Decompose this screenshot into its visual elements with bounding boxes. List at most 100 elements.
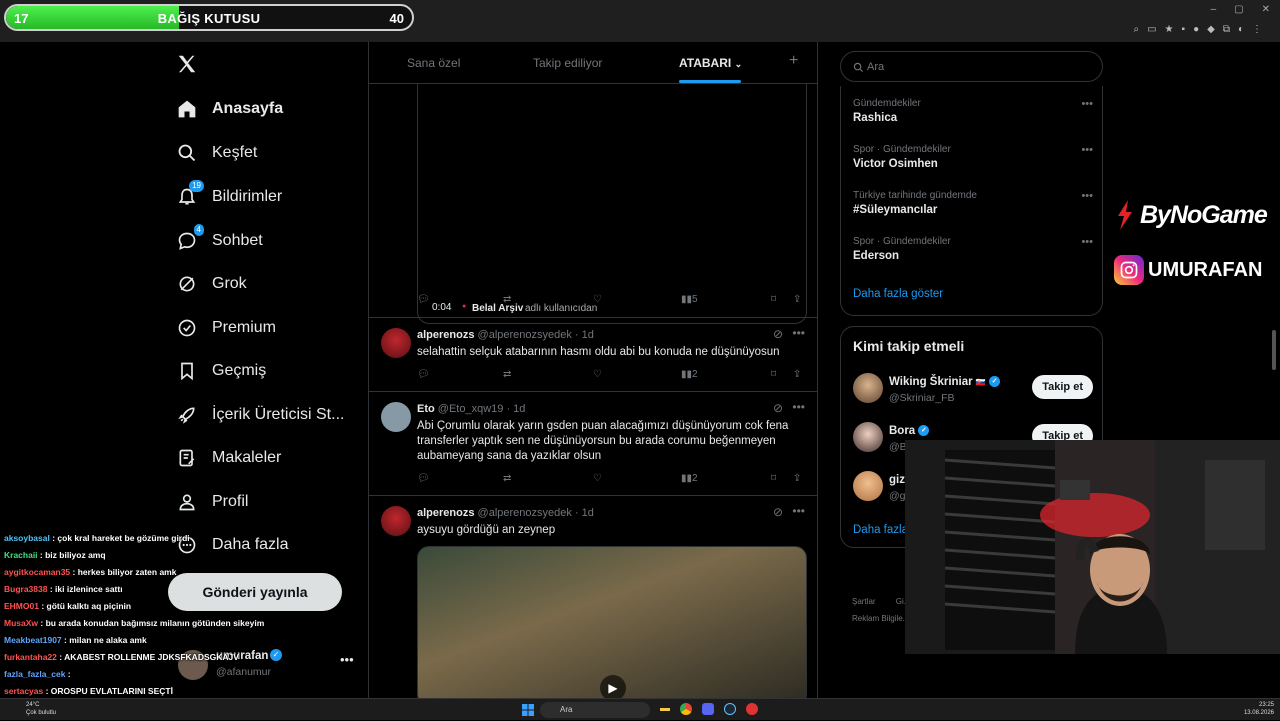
tweet-actions: 💬︎ ⇄ ♡ ▮▮ 2 ⌑ ⇪ bbox=[417, 369, 807, 383]
bookmark-icon[interactable]: ⌑ bbox=[771, 294, 776, 305]
chat-username[interactable]: furkantaha22 bbox=[4, 652, 57, 662]
chrome-icon[interactable] bbox=[680, 703, 692, 715]
nav-history[interactable]: Geçmiş bbox=[176, 356, 266, 386]
nav-premium[interactable]: Premium bbox=[176, 313, 276, 343]
like-icon[interactable]: ♡ bbox=[593, 369, 602, 380]
reply-icon[interactable]: 💬︎ bbox=[417, 369, 430, 380]
chat-username[interactable]: aygitkocaman35 bbox=[4, 567, 70, 577]
tweet[interactable]: Eto @Eto_xqw19 · 1d ⊘ ••• Abi Çorumlu ol… bbox=[369, 391, 817, 495]
discord-icon[interactable] bbox=[702, 703, 714, 715]
tab-for-you[interactable]: Sana özel bbox=[407, 56, 460, 70]
more-dots-icon[interactable]: ••• bbox=[1081, 236, 1093, 248]
tab-following[interactable]: Takip ediliyor bbox=[533, 56, 602, 70]
nav-label: Anasayfa bbox=[212, 100, 284, 117]
taskbar-search[interactable]: Ara bbox=[540, 702, 650, 718]
more-dots-icon[interactable]: ••• bbox=[792, 326, 805, 340]
share-icon[interactable]: ⇪ bbox=[793, 294, 801, 305]
share-icon[interactable]: ⇪ bbox=[793, 369, 801, 380]
taskbar-clock[interactable]: 23:25 13.08.2026 bbox=[1244, 701, 1274, 717]
show-more-suggestions-link[interactable]: Daha fazla bbox=[853, 524, 908, 536]
tab-list[interactable]: ATABARI ⌄ bbox=[679, 56, 742, 70]
nav-creator-studio[interactable]: İçerik Üreticisi St... bbox=[176, 400, 344, 430]
chat-separator: : bbox=[38, 601, 47, 611]
retweet-icon[interactable]: ⇄ bbox=[503, 294, 511, 305]
chat-username[interactable]: aksoybasal bbox=[4, 533, 50, 543]
windows-start-icon[interactable] bbox=[522, 703, 534, 716]
nav-notifications[interactable]: 19 Bildirimler bbox=[176, 180, 282, 212]
grok-icon[interactable]: ⊘ bbox=[773, 505, 783, 519]
views-icon[interactable]: ▮▮ 5 bbox=[681, 294, 698, 305]
bookmark-icon[interactable]: ⌑ bbox=[771, 473, 776, 484]
retweet-icon[interactable]: ⇄ bbox=[503, 369, 511, 380]
bookmark-icon[interactable]: ⌑ bbox=[771, 369, 776, 380]
like-icon[interactable]: ♡ bbox=[593, 294, 602, 305]
nav-home[interactable]: Anasayfa bbox=[176, 94, 283, 124]
grok-icon[interactable]: ⊘ bbox=[773, 401, 783, 415]
trend-item[interactable]: Gündemdekiler Rashica ••• bbox=[853, 98, 1093, 124]
zoom-icon[interactable]: ⌕ bbox=[1133, 24, 1139, 35]
puzzle-icon[interactable]: ⧉ bbox=[1223, 24, 1230, 35]
x-logo-icon[interactable] bbox=[176, 53, 198, 80]
weather-widget[interactable]: 24°C Çok bulutlu bbox=[26, 701, 56, 717]
more-dots-icon[interactable]: ••• bbox=[792, 504, 805, 518]
close-icon[interactable]: ✕ bbox=[1262, 4, 1270, 15]
follow-button[interactable]: Takip et bbox=[1032, 375, 1093, 399]
extension-icon[interactable]: ● bbox=[1193, 24, 1199, 35]
views-icon[interactable]: ▮▮ 2 bbox=[681, 369, 698, 380]
steam-icon[interactable] bbox=[724, 703, 736, 715]
minimize-icon[interactable]: – bbox=[1211, 4, 1217, 15]
tweet-video[interactable]: ▶ bbox=[417, 546, 807, 706]
follow-suggestion[interactable]: Wiking Škriniar 🇸🇰 ✓ @Skriniar_FB Takip … bbox=[853, 373, 1093, 409]
verified-icon bbox=[176, 317, 198, 339]
add-tab-button[interactable]: + bbox=[789, 52, 798, 70]
file-explorer-icon[interactable]: ▬ bbox=[660, 703, 670, 714]
chat-message: Krachaii : biz biliyoz amq bbox=[4, 550, 106, 560]
trend-item[interactable]: Spor · Gündemdekiler Victor Osimhen ••• bbox=[853, 144, 1093, 170]
nav-more[interactable]: Daha fazla bbox=[176, 530, 289, 560]
cast-icon[interactable]: ▭ bbox=[1147, 24, 1156, 35]
grok-icon[interactable]: ⊘ bbox=[773, 327, 783, 341]
more-dots-icon[interactable]: ••• bbox=[1081, 144, 1093, 156]
trend-item[interactable]: Türkiye tarihinde gündemde #Süleymancıla… bbox=[853, 190, 1093, 216]
trend-item[interactable]: Spor · Gündemdekiler Ederson ••• bbox=[853, 236, 1093, 262]
chat-username[interactable]: Bugra3838 bbox=[4, 584, 47, 594]
extension-icon[interactable]: ▪ bbox=[1182, 24, 1186, 35]
chat-username[interactable]: EHMO01 bbox=[4, 601, 39, 611]
nav-profile[interactable]: Profil bbox=[176, 487, 248, 517]
app-icon[interactable] bbox=[746, 703, 758, 715]
profile-icon[interactable]: ◐ bbox=[1238, 24, 1244, 35]
avatar bbox=[381, 506, 411, 536]
extension-icon[interactable]: ◆ bbox=[1207, 24, 1215, 35]
more-dots-icon[interactable]: ••• bbox=[1081, 98, 1093, 110]
ads-info-link[interactable]: Reklam Bilgile... bbox=[852, 614, 909, 623]
nav-articles[interactable]: Makaleler bbox=[176, 443, 281, 473]
tweet[interactable]: alperenozs @alperenozsyedek · 1d ⊘ ••• a… bbox=[369, 495, 817, 706]
nav-grok[interactable]: Grok bbox=[176, 269, 247, 299]
avatar bbox=[853, 422, 883, 452]
more-dots-icon[interactable]: ••• bbox=[1081, 190, 1093, 202]
views-icon[interactable]: ▮▮ 2 bbox=[681, 473, 698, 484]
share-icon[interactable]: ⇪ bbox=[793, 473, 801, 484]
page-scrollbar[interactable] bbox=[1272, 330, 1276, 370]
chat-username[interactable]: Krachaii bbox=[4, 550, 38, 560]
more-dots-icon[interactable]: ••• bbox=[792, 400, 805, 414]
terms-link[interactable]: Şartlar bbox=[852, 597, 876, 606]
chat-username[interactable]: sertacyas bbox=[4, 686, 43, 696]
reply-icon[interactable]: 💬︎ bbox=[417, 473, 430, 484]
chat-username[interactable]: Meakbeat1907 bbox=[4, 635, 62, 645]
nav-messages[interactable]: 4 Sohbet bbox=[176, 224, 263, 256]
reply-icon[interactable]: 💬︎ bbox=[417, 294, 430, 305]
show-more-trends-link[interactable]: Daha fazla göster bbox=[853, 288, 943, 300]
tweet[interactable]: alperenozs @alperenozsyedek · 1d ⊘ ••• s… bbox=[369, 317, 817, 391]
maximize-icon[interactable]: ▢ bbox=[1234, 4, 1243, 15]
nav-explore[interactable]: Keşfet bbox=[176, 138, 257, 168]
search-box[interactable]: Ara bbox=[840, 51, 1103, 82]
chat-username[interactable]: fazla_fazla_cek bbox=[4, 669, 65, 679]
chat-username[interactable]: MusaXw bbox=[4, 618, 38, 628]
menu-icon[interactable]: ⋮ bbox=[1252, 24, 1262, 35]
retweet-icon[interactable]: ⇄ bbox=[503, 473, 511, 484]
post-button[interactable]: Gönderi yayınla bbox=[168, 573, 342, 611]
bookmark-star-icon[interactable]: ★ bbox=[1165, 24, 1174, 35]
like-icon[interactable]: ♡ bbox=[593, 473, 602, 484]
video-player[interactable]: 0:04 ● Belal Arşiv adlı kullanıcıdan bbox=[417, 84, 807, 324]
